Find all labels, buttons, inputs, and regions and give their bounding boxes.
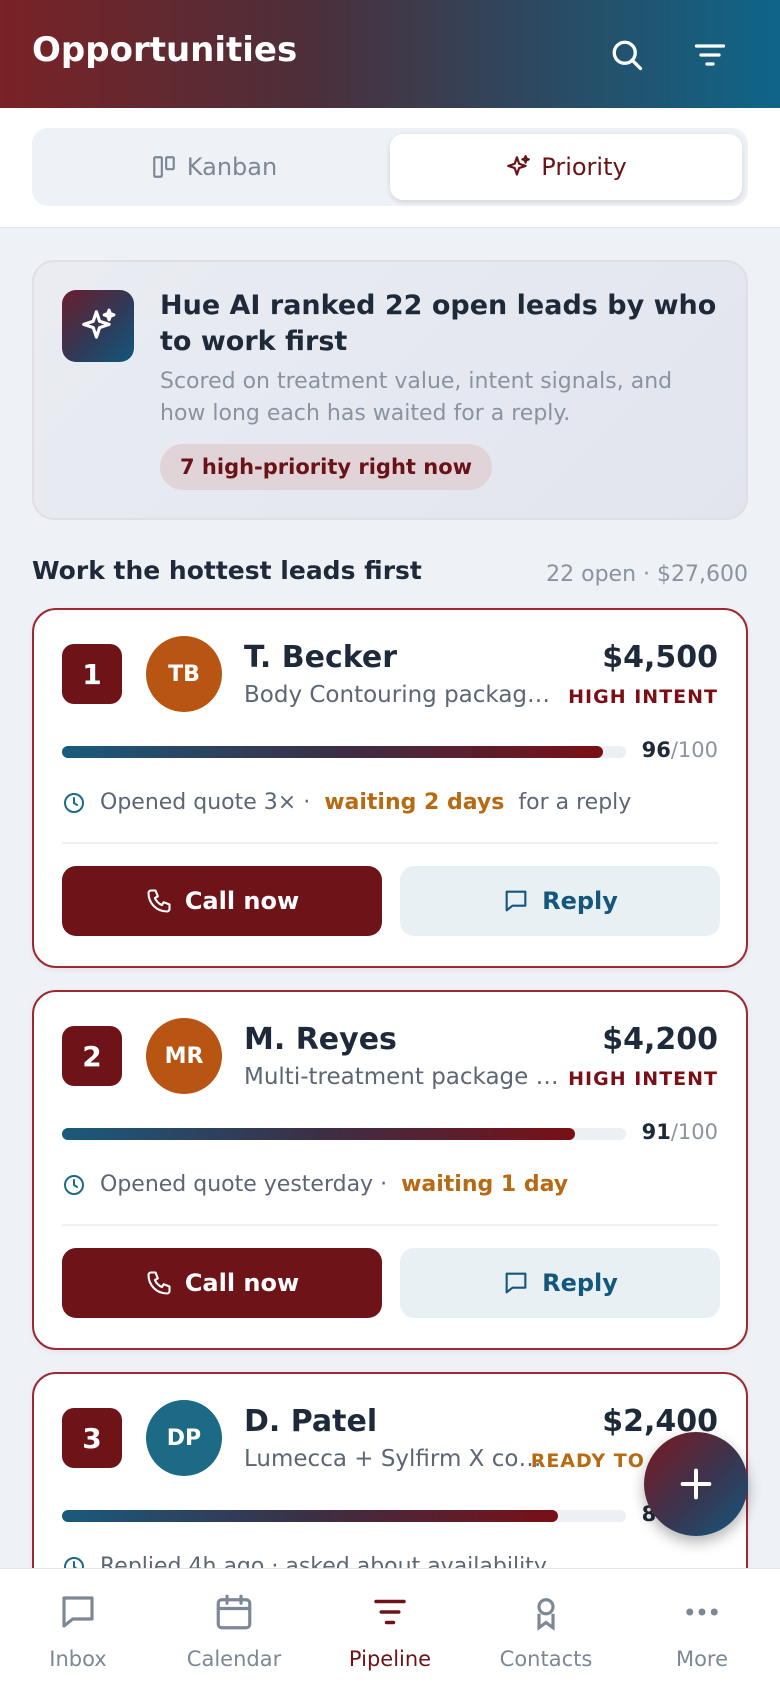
tab-kanban[interactable]: Kanban bbox=[38, 134, 390, 200]
phone-icon bbox=[147, 1271, 171, 1295]
page-title: Opportunities bbox=[32, 30, 298, 70]
avatar: TB bbox=[146, 636, 222, 712]
filter-icon bbox=[694, 44, 726, 66]
tab-pipeline[interactable]: Pipeline bbox=[312, 1569, 468, 1688]
view-toggle: Kanban Priority bbox=[32, 128, 748, 206]
lead-description: Body Contouring package · … bbox=[244, 682, 560, 708]
section-summary: 22 open · $27,600 bbox=[546, 562, 748, 587]
score-bar bbox=[62, 1510, 626, 1522]
lead-description: Lumecca + Sylfirm X co… bbox=[244, 1446, 542, 1472]
waiting-time: waiting 1 day bbox=[401, 1172, 569, 1197]
app-header: Opportunities bbox=[0, 0, 780, 108]
more-icon bbox=[686, 1608, 718, 1616]
lead-name: T. Becker bbox=[244, 640, 398, 675]
section-title: Work the hottest leads first bbox=[32, 556, 422, 585]
lead-name: M. Reyes bbox=[244, 1022, 397, 1057]
rank-badge: 3 bbox=[62, 1408, 122, 1468]
filter-button[interactable] bbox=[685, 30, 735, 80]
tab-calendar-label: Calendar bbox=[186, 1647, 282, 1671]
reply-button[interactable]: Reply bbox=[400, 866, 720, 936]
call-now-label: Call now bbox=[184, 1269, 300, 1297]
bottom-tab-bar: Inbox Calendar Pipeline Contacts More bbox=[0, 1568, 780, 1688]
intent-badge: HIGH INTENT bbox=[568, 1068, 718, 1090]
ai-banner-subtitle: Scored on treatment value, intent signal… bbox=[160, 369, 673, 426]
pipeline-icon bbox=[374, 1599, 406, 1625]
call-now-button[interactable]: Call now bbox=[62, 1248, 382, 1318]
score-value: 91/100 bbox=[642, 1120, 718, 1144]
intent-badge: HIGH INTENT bbox=[568, 686, 718, 708]
sparkle-icon bbox=[507, 155, 531, 176]
search-button[interactable] bbox=[602, 30, 652, 80]
rank-badge: 1 bbox=[62, 644, 122, 704]
sparkle-icon bbox=[82, 308, 116, 339]
ai-ranking-banner: Hue AI ranked 22 open leads by who to wo… bbox=[32, 260, 748, 520]
call-now-label: Call now bbox=[184, 887, 300, 915]
lead-amount: $4,200 bbox=[602, 1022, 718, 1057]
ai-badge bbox=[62, 290, 134, 362]
score-value: 96/100 bbox=[642, 738, 718, 762]
activity-line: Opened quote 3× · waiting 2 days for a rep… bbox=[62, 790, 631, 815]
lead-card[interactable]: 1 TB T. Becker Body Contouring package · … $… bbox=[32, 608, 748, 968]
tab-inbox[interactable]: Inbox bbox=[0, 1569, 156, 1688]
score-bar-fill bbox=[62, 1128, 576, 1140]
tab-more[interactable]: More bbox=[624, 1569, 780, 1688]
card-divider bbox=[62, 842, 718, 844]
clock-icon bbox=[64, 1174, 84, 1195]
person-icon bbox=[537, 1598, 555, 1631]
score-bar-fill bbox=[62, 746, 604, 758]
clock-icon bbox=[64, 792, 84, 813]
call-now-button[interactable]: Call now bbox=[62, 866, 382, 936]
activity-text: Opened quote yesterday · bbox=[100, 1172, 388, 1197]
search-icon bbox=[612, 40, 643, 71]
rank-badge: 2 bbox=[62, 1026, 122, 1086]
reply-label: Reply bbox=[542, 1269, 618, 1297]
high-priority-badge[interactable]: 7 high-priority right now bbox=[160, 444, 493, 490]
calendar-icon bbox=[216, 1594, 252, 1630]
activity-suffix: for a reply bbox=[518, 790, 632, 815]
tab-contacts-label: Contacts bbox=[499, 1647, 593, 1671]
ai-banner-title: Hue AI ranked 22 open leads by who to wo… bbox=[160, 290, 717, 357]
lead-card[interactable]: 2 MR M. Reyes Multi-treatment package · … $4… bbox=[32, 990, 748, 1350]
tab-inbox-label: Inbox bbox=[49, 1647, 107, 1671]
score-number: 91 bbox=[641, 1120, 671, 1144]
lead-description: Multi-treatment package · … bbox=[244, 1064, 560, 1090]
tab-priority-label: Priority bbox=[541, 153, 627, 181]
tab-priority[interactable]: Priority bbox=[390, 134, 742, 200]
activity-line: Opened quote yesterday · waiting 1 day bbox=[62, 1172, 568, 1197]
chat-icon bbox=[62, 1596, 94, 1628]
tab-contacts[interactable]: Contacts bbox=[468, 1569, 624, 1688]
message-icon bbox=[505, 1272, 527, 1294]
score-bar bbox=[62, 1128, 626, 1140]
kanban-icon bbox=[152, 156, 175, 178]
score-denominator: /100 bbox=[670, 1120, 718, 1144]
score-bar-fill bbox=[62, 1510, 559, 1522]
view-toggle-bar: Kanban Priority bbox=[0, 108, 780, 228]
score-denominator: /100 bbox=[670, 738, 718, 762]
tab-more-label: More bbox=[675, 1647, 729, 1671]
message-icon bbox=[505, 890, 527, 912]
waiting-time: waiting 2 days bbox=[324, 790, 505, 815]
tab-kanban-label: Kanban bbox=[186, 153, 278, 181]
reply-button[interactable]: Reply bbox=[400, 1248, 720, 1318]
lead-name: D. Patel bbox=[244, 1404, 378, 1439]
score-bar bbox=[62, 746, 626, 758]
avatar: DP bbox=[146, 1400, 222, 1476]
plus-icon bbox=[680, 1468, 712, 1500]
avatar: MR bbox=[146, 1018, 222, 1094]
tab-pipeline-label: Pipeline bbox=[348, 1647, 432, 1671]
tab-calendar[interactable]: Calendar bbox=[156, 1569, 312, 1688]
phone-icon bbox=[147, 889, 171, 913]
activity-text: Opened quote 3× · bbox=[100, 790, 311, 815]
score-number: 96 bbox=[641, 738, 671, 762]
lead-amount: $4,500 bbox=[602, 640, 718, 675]
card-divider bbox=[62, 1224, 718, 1226]
reply-label: Reply bbox=[542, 887, 618, 915]
add-lead-button[interactable] bbox=[644, 1432, 748, 1536]
